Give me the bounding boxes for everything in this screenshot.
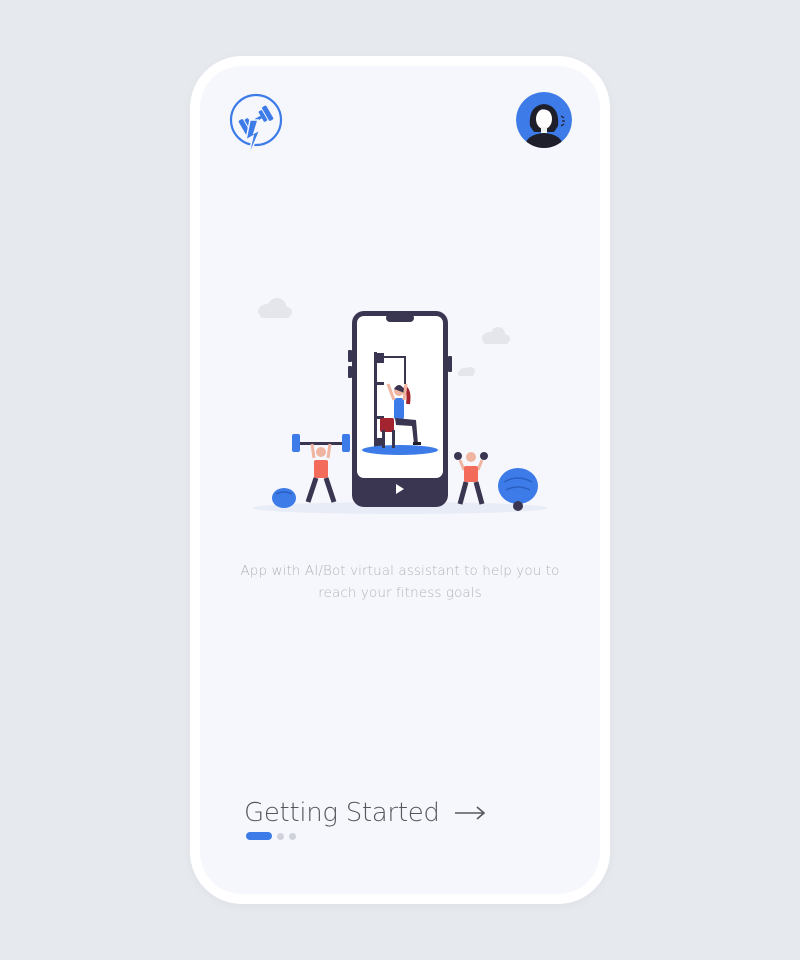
pagination-dot-2[interactable]: [277, 832, 284, 840]
phone-frame: App with AI/Bot virtual assistant to hel…: [190, 56, 610, 904]
dumbbell-lightning-icon: [229, 93, 283, 159]
user-avatar[interactable]: [516, 92, 572, 148]
pagination-dot-1[interactable]: [246, 832, 272, 840]
app-screen: App with AI/Bot virtual assistant to hel…: [200, 66, 600, 894]
getting-started-label: Getting Started: [244, 798, 440, 828]
app-logo[interactable]: [228, 92, 288, 162]
arrow-right-icon: [454, 806, 485, 820]
pagination-dots: [246, 832, 296, 840]
cloud-icon: [258, 298, 292, 318]
getting-started-button[interactable]: Getting Started: [244, 798, 486, 828]
onboarding-illustration: [250, 294, 550, 514]
pagination-dot-3[interactable]: [289, 832, 296, 840]
onboarding-description: App with AI/Bot virtual assistant to hel…: [240, 562, 560, 601]
user-avatar-icon: [516, 92, 572, 148]
